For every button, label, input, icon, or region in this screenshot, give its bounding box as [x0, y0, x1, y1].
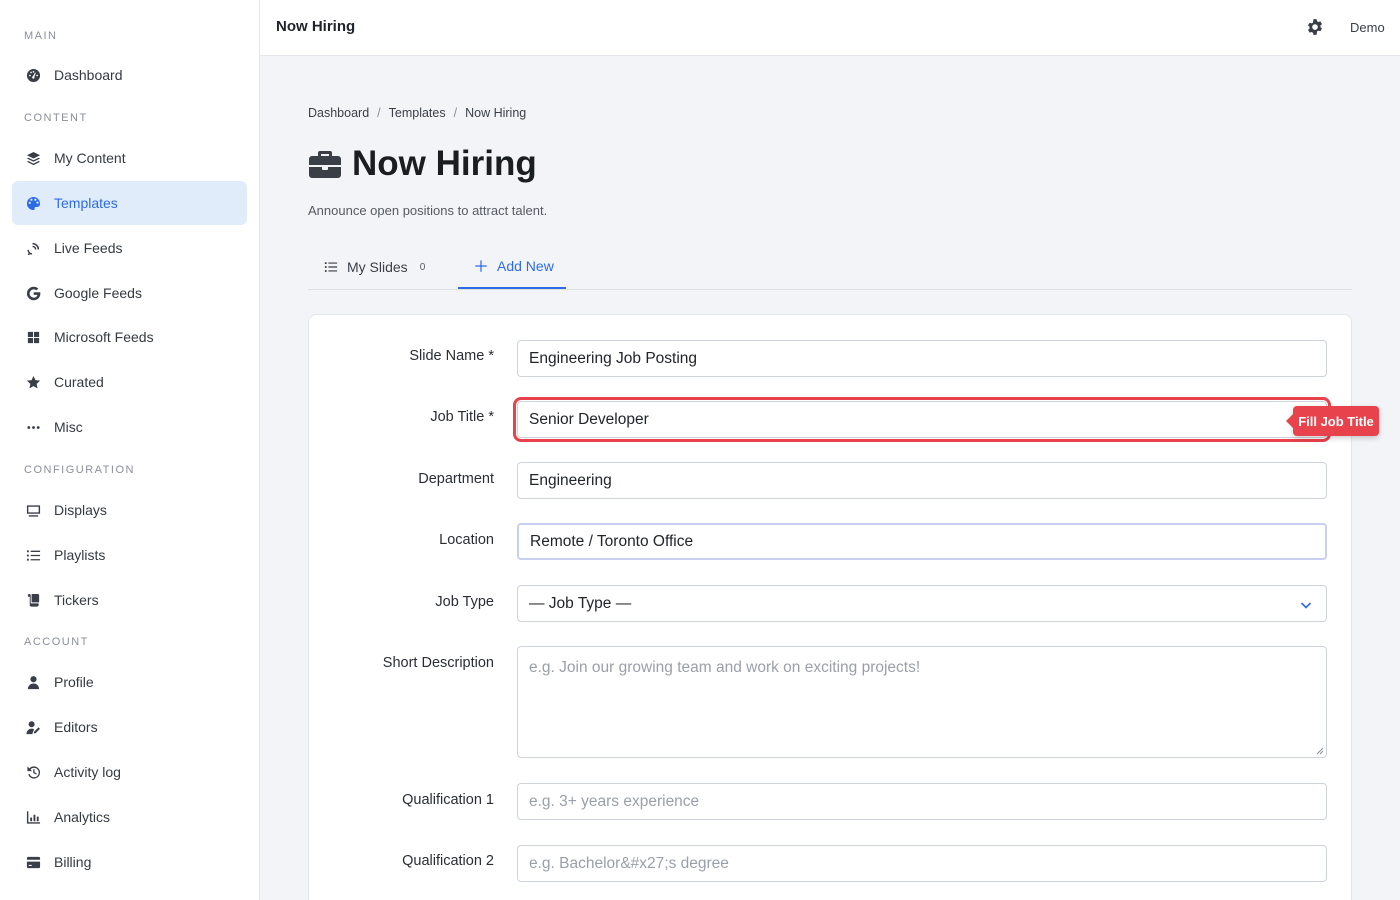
breadcrumb-separator: /: [377, 106, 381, 120]
short-description-textarea[interactable]: e.g. Join our growing team and work on e…: [517, 646, 1327, 758]
qualification-1-label: Qualification 1: [402, 792, 494, 808]
satellite-icon: [25, 240, 41, 256]
qualification-2-label: Qualification 2: [402, 853, 494, 869]
form-card: Slide Name * Engineering Job Posting Job…: [308, 314, 1352, 900]
user-icon: [25, 674, 41, 690]
page-title: Now Hiring: [352, 144, 537, 183]
short-description-label: Short Description: [382, 655, 494, 671]
sidebar-item-label: Tickers: [54, 592, 99, 608]
qualification-1-input[interactable]: e.g. 3+ years experience: [517, 783, 1327, 820]
breadcrumb-current: Now Hiring: [465, 106, 527, 120]
sidebar-item-label: Editors: [54, 719, 98, 735]
scroll-icon: [25, 592, 41, 608]
page-header: Now Hiring: [308, 144, 537, 184]
palette-icon: [25, 195, 41, 211]
job-title-label: Job Title *: [430, 409, 494, 425]
user-menu[interactable]: Demo: [1350, 20, 1385, 35]
sidebar-item-billing[interactable]: Billing: [12, 840, 247, 884]
location-input[interactable]: Remote / Toronto Office: [517, 523, 1327, 560]
tab-label: My Slides: [347, 259, 408, 275]
chevron-down-icon: [1300, 598, 1312, 610]
section-title-account: ACCOUNT: [24, 636, 89, 648]
sidebar-item-analytics[interactable]: Analytics: [12, 795, 247, 839]
ellipsis-icon: [25, 419, 41, 435]
tab-my-slides[interactable]: My Slides 0: [324, 245, 425, 289]
department-label: Department: [418, 471, 494, 487]
google-icon: [25, 285, 41, 301]
sidebar-item-editors[interactable]: Editors: [12, 705, 247, 749]
sidebar-item-label: Microsoft Feeds: [54, 329, 154, 345]
sidebar-item-live-feeds[interactable]: Live Feeds: [12, 226, 247, 270]
sidebar-item-templates[interactable]: Templates: [12, 181, 247, 225]
gear-icon[interactable]: [1306, 18, 1326, 38]
sidebar-item-tickers[interactable]: Tickers: [12, 578, 247, 622]
list-icon: [324, 260, 338, 274]
job-type-value: — Job Type —: [529, 594, 632, 612]
sidebar-item-label: Billing: [54, 854, 92, 870]
section-title-main: MAIN: [24, 30, 58, 42]
sidebar-item-label: Live Feeds: [54, 240, 123, 256]
sidebar-item-label: Analytics: [54, 809, 111, 825]
short-description-placeholder: e.g. Join our growing team and work on e…: [529, 659, 921, 676]
sidebar-item-my-content[interactable]: My Content: [12, 136, 247, 180]
fill-job-title-tooltip: Fill Job Title: [1286, 406, 1379, 436]
job-title-highlight: [513, 397, 1331, 442]
sidebar-item-dashboard[interactable]: Dashboard: [12, 53, 247, 97]
qualification-2-input[interactable]: e.g. Bachelor&#x27;s degree: [517, 845, 1327, 882]
sidebar: MAIN Dashboard CONTENT My Content Templa…: [0, 0, 260, 900]
sidebar-item-displays[interactable]: Displays: [12, 488, 247, 532]
sidebar-item-activity-log[interactable]: Activity log: [12, 750, 247, 794]
sidebar-item-google-feeds[interactable]: Google Feeds: [12, 271, 247, 315]
briefcase-icon: [308, 147, 342, 181]
monitor-icon: [25, 502, 41, 518]
section-title-configuration: CONFIGURATION: [24, 464, 135, 476]
credit-card-icon: [25, 854, 41, 870]
sidebar-item-curated[interactable]: Curated: [12, 360, 247, 404]
sidebar-item-profile[interactable]: Profile: [12, 660, 247, 704]
sidebar-item-misc[interactable]: Misc: [12, 405, 247, 449]
tab-label: Add New: [497, 258, 554, 274]
tab-bar: My Slides 0 Add New: [308, 245, 1352, 290]
chart-icon: [25, 809, 41, 825]
breadcrumb-dashboard[interactable]: Dashboard: [308, 106, 369, 120]
history-icon: [25, 764, 41, 780]
topbar-title: Now Hiring: [276, 18, 356, 35]
sidebar-item-label: Misc: [54, 419, 83, 435]
section-title-content: CONTENT: [24, 112, 88, 124]
sidebar-item-microsoft-feeds[interactable]: Microsoft Feeds: [12, 315, 247, 359]
plus-icon: [474, 259, 488, 273]
sidebar-item-label: Playlists: [54, 547, 106, 563]
page-subtitle: Announce open positions to attract talen…: [308, 203, 548, 218]
location-label: Location: [439, 532, 494, 548]
sidebar-item-label: Dashboard: [54, 67, 123, 83]
slide-name-input[interactable]: Engineering Job Posting: [517, 340, 1327, 377]
job-type-label: Job Type: [435, 594, 494, 610]
list-icon: [25, 547, 41, 563]
sidebar-item-label: Templates: [54, 195, 118, 211]
tab-add-new[interactable]: Add New: [458, 245, 566, 289]
sidebar-item-label: Curated: [54, 374, 104, 390]
dashboard-icon: [25, 67, 41, 83]
sidebar-item-label: Displays: [54, 502, 107, 518]
sidebar-item-playlists[interactable]: Playlists: [12, 533, 247, 577]
sidebar-item-label: Activity log: [54, 764, 121, 780]
breadcrumb-separator: /: [453, 106, 458, 120]
resize-handle-icon[interactable]: [1316, 747, 1324, 755]
windows-icon: [25, 329, 41, 345]
department-input[interactable]: Engineering: [517, 462, 1327, 499]
breadcrumb: Dashboard / Templates / Now Hiring: [308, 106, 526, 120]
sidebar-item-label: My Content: [54, 150, 126, 166]
user-edit-icon: [25, 719, 41, 735]
count-badge: 0: [419, 261, 426, 273]
star-icon: [25, 374, 41, 390]
layers-icon: [25, 150, 41, 166]
top-bar: Now Hiring Demo: [260, 0, 1400, 56]
slide-name-label: Slide Name *: [409, 348, 494, 364]
sidebar-item-label: Google Feeds: [54, 285, 142, 301]
sidebar-item-label: Profile: [54, 674, 94, 690]
job-type-select[interactable]: — Job Type —: [517, 585, 1327, 622]
breadcrumb-templates[interactable]: Templates: [389, 106, 446, 120]
